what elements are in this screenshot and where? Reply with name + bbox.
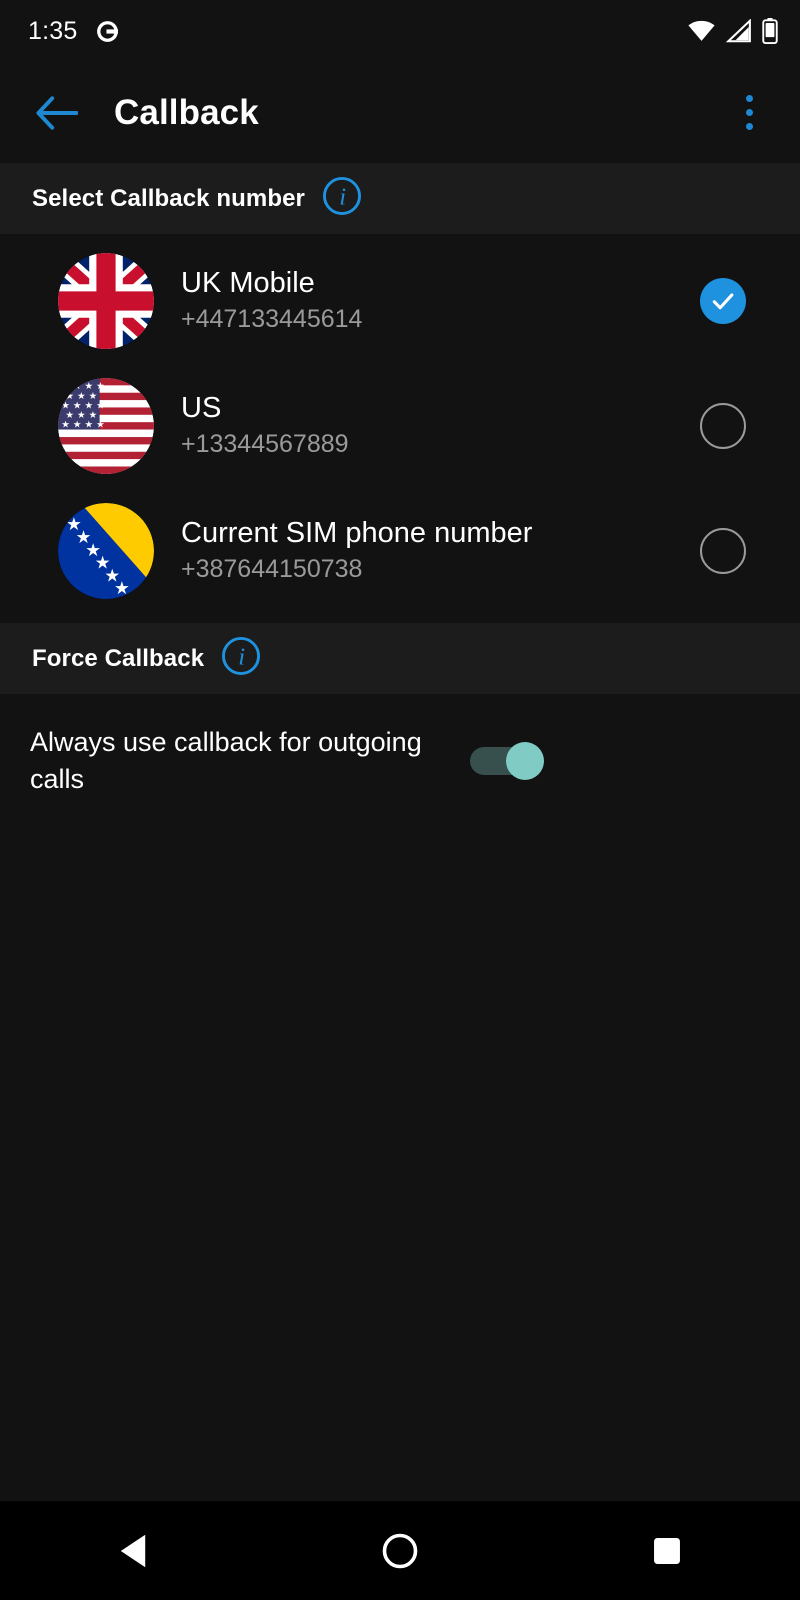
info-icon[interactable]: i [322,176,362,221]
list-item[interactable]: UK Mobile +447133445614 [0,238,800,363]
list-item-label: US [181,392,222,425]
empty-content-area [0,828,800,1501]
list-item-number: +447133445614 [181,304,363,333]
notification-badge-icon [95,19,120,44]
list-item[interactable]: ★ ★ ★ ★ ★ ★ Current SIM phone number +38… [0,488,800,613]
nav-back-icon[interactable] [0,1501,267,1600]
status-bar-left: 1:35 [28,17,120,46]
radio-selected-icon[interactable] [700,277,746,324]
overflow-dot [745,95,753,102]
cell-signal-icon [726,19,751,43]
always-use-callback-label: Always use callback for outgoing calls [30,727,422,795]
svg-text:i: i [238,644,245,671]
nav-recents-icon[interactable] [533,1501,800,1600]
app-bar: Callback [0,62,800,163]
section-title: Force Callback [32,644,205,672]
status-bar: 1:35 [0,0,800,62]
list-item-label: UK Mobile [181,267,315,300]
radio-unselected-icon[interactable] [700,527,746,574]
wifi-full-icon [688,19,715,43]
list-item-text: Current SIM phone number +387644150738 [181,516,700,585]
always-use-callback-row[interactable]: Always use callback for outgoing calls [0,694,800,829]
section-title: Select Callback number [32,184,305,212]
list-item-label: Current SIM phone number [181,517,533,550]
svg-text:i: i [339,184,346,211]
always-use-callback-toggle[interactable] [470,742,544,781]
flag-bosnia: ★ ★ ★ ★ ★ ★ [58,502,154,599]
callback-number-list: UK Mobile +447133445614 ★ ★ ★ ★ ★ ★ ★ ★ … [0,234,800,623]
android-nav-bar [0,1501,800,1600]
status-bar-right [688,18,778,44]
list-item[interactable]: ★ ★ ★ ★ ★ ★ ★ ★ ★ ★ ★ ★ ★ ★ ★ ★ ★ ★ US +… [0,363,800,488]
list-item-text: US +13344567889 [181,391,700,460]
overflow-dot [745,109,753,116]
overflow-dot [745,123,753,130]
overflow-menu-icon[interactable] [724,85,774,141]
radio-unselected-icon[interactable] [700,402,746,449]
list-item-number: +387644150738 [181,554,363,583]
section-header-select-number: Select Callback number i [0,163,800,234]
list-item-text: UK Mobile +447133445614 [181,266,700,335]
force-callback-section: Always use callback for outgoing calls [0,694,800,829]
svg-text:★ ★ ★ ★: ★ ★ ★ ★ [61,419,105,430]
status-clock: 1:35 [28,16,78,45]
phone-screen: 1:35 Callback Select Callback number i U… [0,0,800,1600]
back-arrow-icon[interactable] [30,86,84,140]
battery-icon [762,18,778,44]
toggle-thumb [506,742,544,781]
list-item-number: +13344567889 [181,429,349,458]
nav-home-icon[interactable] [267,1501,534,1600]
info-icon[interactable]: i [221,636,261,681]
section-header-force-callback: Force Callback i [0,623,800,694]
flag-us: ★ ★ ★ ★ ★ ★ ★ ★ ★ ★ ★ ★ ★ ★ ★ ★ ★ ★ [58,377,154,474]
svg-text:★: ★ [114,579,130,599]
page-title: Callback [114,92,259,132]
flag-uk [58,252,154,349]
